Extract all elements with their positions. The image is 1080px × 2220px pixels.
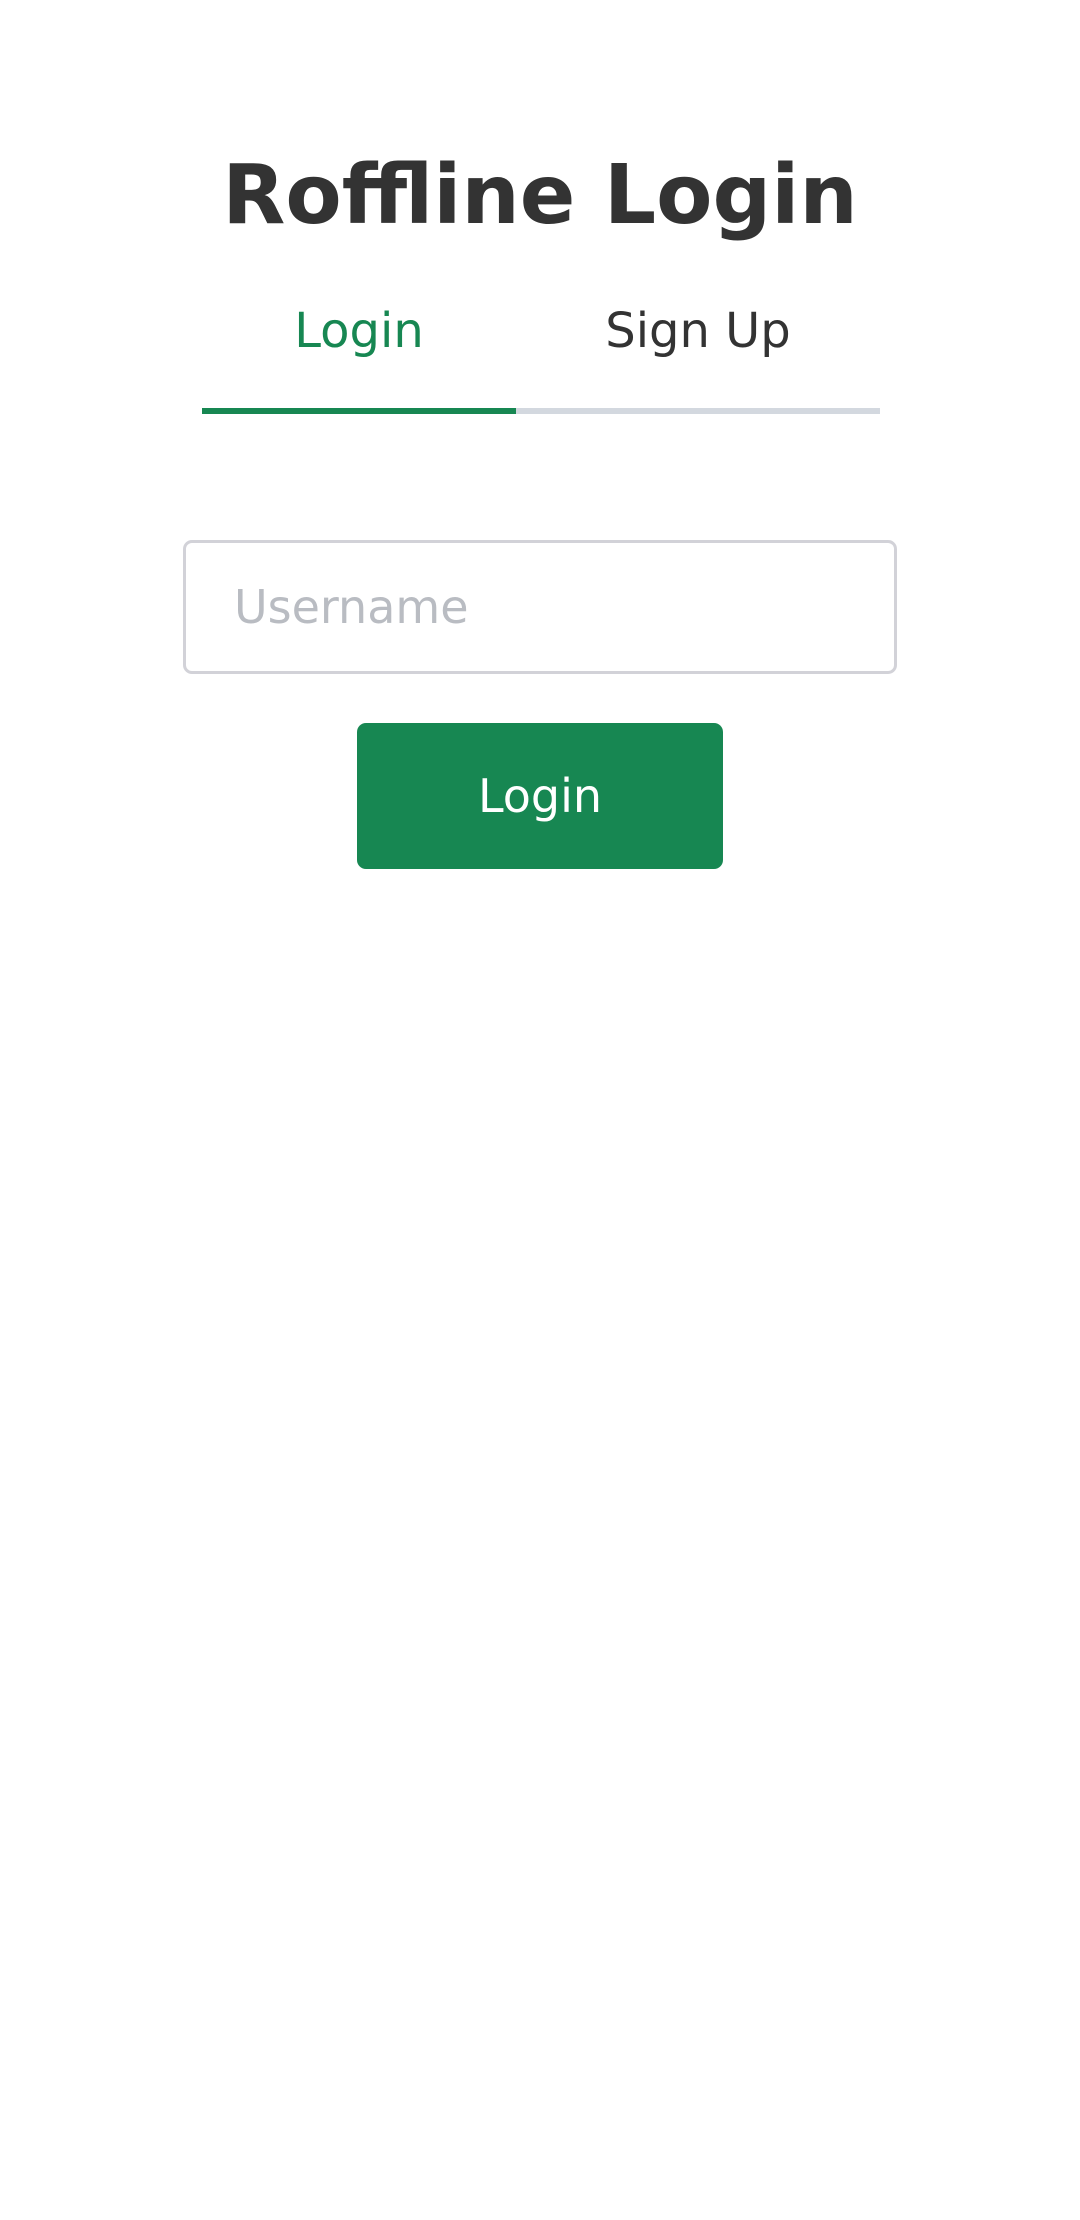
login-screen: Roffline Login Login Sign Up Login [0, 0, 1080, 2220]
username-input[interactable] [183, 540, 897, 674]
page-title: Roffline Login [222, 147, 858, 243]
login-button[interactable]: Login [357, 723, 723, 869]
tab-login[interactable]: Login [202, 290, 516, 414]
auth-tabs: Login Sign Up [202, 290, 880, 414]
tab-sign-up[interactable]: Sign Up [516, 290, 880, 414]
